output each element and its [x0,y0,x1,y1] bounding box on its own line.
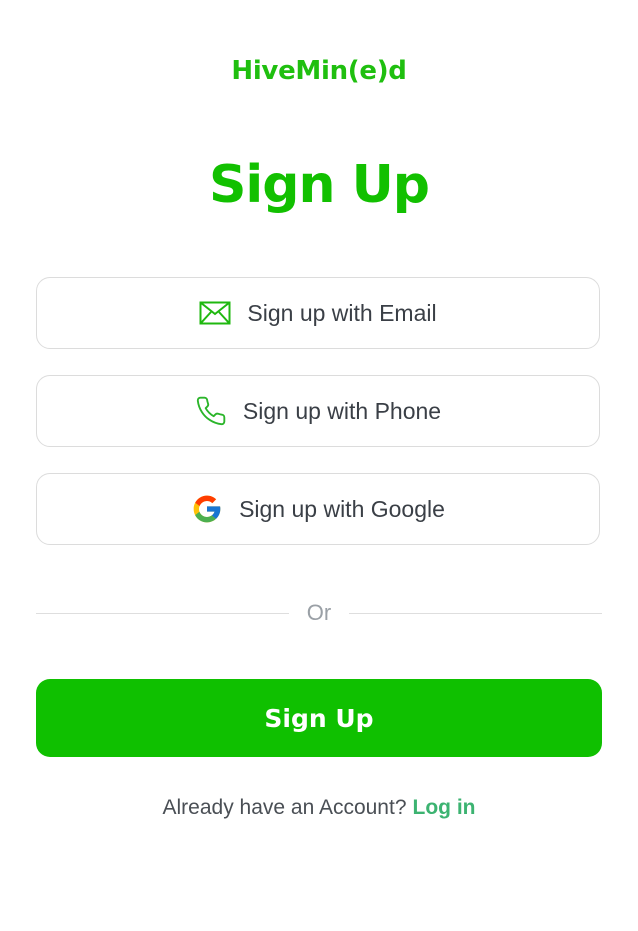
divider-text: Or [306,600,332,625]
login-prompt: Already have an Account? Log in [0,796,638,820]
signup-google-label: Sign up with Google [239,495,445,522]
signup-submit-button[interactable]: Sign Up [36,679,602,757]
divider-line-left [36,612,289,614]
signup-google-button[interactable]: Sign up with Google [36,473,600,545]
signup-phone-button[interactable]: Sign up with Phone [36,375,600,447]
app-logo-text: HiveMin(e)d [231,56,407,86]
phone-icon [195,395,227,427]
page-title: Sign Up [208,155,430,215]
google-icon [191,493,223,525]
login-link[interactable]: Log in [413,796,476,819]
envelope-icon [199,301,231,325]
or-divider: Or [36,598,603,628]
signup-phone-label: Sign up with Phone [242,397,442,424]
signup-email-button[interactable]: Sign up with Email [36,277,600,349]
login-prompt-text: Already have an Account? [162,796,407,819]
signup-email-label: Sign up with Email [247,299,437,326]
divider-line-right [349,612,603,614]
